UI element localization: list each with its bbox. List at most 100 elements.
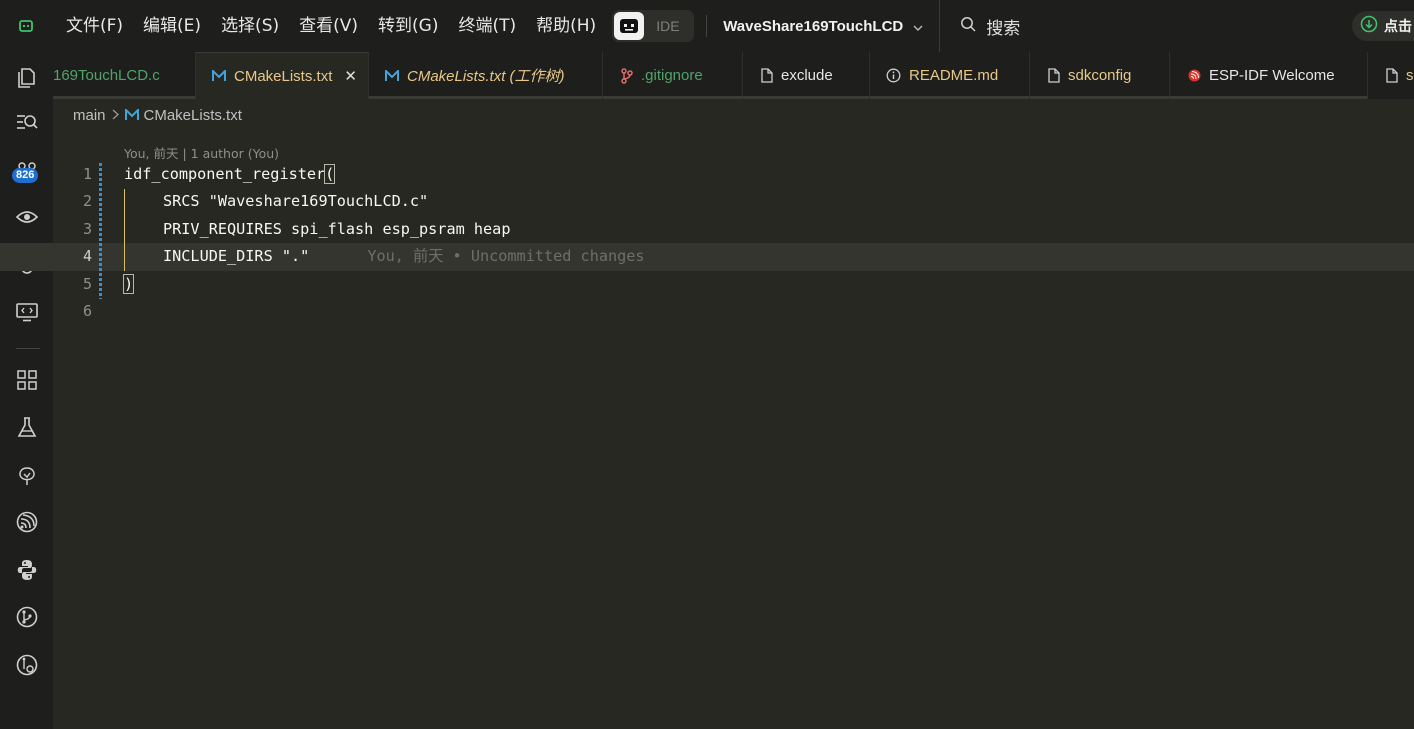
menu-help[interactable]: 帮助(H) bbox=[526, 0, 606, 52]
explorer-icon[interactable] bbox=[0, 57, 53, 97]
tab-sdkconfig[interactable]: sdkconfig bbox=[1030, 52, 1170, 99]
activity-bar: 826 bbox=[0, 52, 53, 729]
cmake-m-icon bbox=[385, 69, 399, 82]
tab-scroll-indicator bbox=[369, 96, 602, 99]
file-icon bbox=[1386, 68, 1398, 83]
close-paren: ) bbox=[122, 273, 135, 294]
git-modified-gutter-bar[interactable] bbox=[99, 163, 102, 299]
menu-bar: 文件(F) 编辑(E) 选择(S) 查看(V) 转到(G) 终端(T) 帮助(H… bbox=[52, 0, 606, 52]
tab-scroll-indicator bbox=[1030, 96, 1169, 99]
top-right-action-label: 点击 bbox=[1384, 19, 1412, 35]
tab-scroll-indicator bbox=[870, 96, 1029, 99]
breadcrumb-folder[interactable]: main bbox=[73, 107, 106, 124]
function-name: idf_component_register bbox=[124, 165, 326, 183]
menu-selection[interactable]: 选择(S) bbox=[211, 0, 289, 52]
chevron-down-icon bbox=[913, 18, 923, 35]
espressif-icon bbox=[1188, 69, 1201, 82]
search-box[interactable]: 搜索 bbox=[939, 0, 1020, 52]
menu-terminal[interactable]: 终端(T) bbox=[448, 0, 526, 52]
line-number: 6 bbox=[82, 301, 92, 320]
tab-cmakelists-worktree[interactable]: CMakeLists.txt (工作树) bbox=[369, 52, 603, 99]
tab-label: .gitignore bbox=[641, 67, 703, 84]
tab-label: 169TouchLCD.c bbox=[53, 67, 160, 84]
app-logo-icon[interactable] bbox=[0, 0, 52, 52]
title-bar: 文件(F) 编辑(E) 选择(S) 查看(V) 转到(G) 终端(T) 帮助(H… bbox=[0, 0, 1414, 52]
tab-exclude[interactable]: exclude bbox=[743, 52, 870, 99]
mode-toggle[interactable]: IDE bbox=[612, 10, 695, 42]
code-line: PRIV_REQUIRES spi_flash esp_psram heap bbox=[124, 216, 1414, 243]
chevron-right-icon bbox=[112, 107, 119, 123]
search-view-icon[interactable] bbox=[0, 102, 53, 142]
download-circle-icon bbox=[1360, 15, 1378, 38]
tab-label: exclude bbox=[781, 67, 833, 84]
git-graph-icon[interactable] bbox=[0, 597, 53, 637]
tab-label: sdkconfig bbox=[1068, 67, 1132, 84]
source-control-badge: 826 bbox=[12, 168, 39, 183]
breadcrumb-file[interactable]: CMakeLists.txt bbox=[144, 107, 242, 124]
activity-divider bbox=[16, 348, 40, 349]
open-paren: ( bbox=[324, 164, 336, 184]
cmake-m-icon bbox=[212, 70, 226, 82]
tab-readme[interactable]: README.md bbox=[870, 52, 1030, 99]
git-branch-icon bbox=[621, 67, 633, 84]
tab-waveshare-c[interactable]: 169TouchLCD.c bbox=[53, 52, 196, 99]
menu-file[interactable]: 文件(F) bbox=[56, 0, 133, 52]
mode-toggle-ide-label: IDE bbox=[656, 18, 680, 34]
menu-view[interactable]: 查看(V) bbox=[289, 0, 368, 52]
cmake-m-icon bbox=[124, 109, 139, 121]
file-icon bbox=[1048, 68, 1060, 83]
code-line: ) bbox=[122, 271, 1414, 298]
close-icon[interactable]: ✕ bbox=[344, 67, 357, 85]
breadcrumb: main CMakeLists.txt bbox=[73, 104, 242, 126]
code-text: PRIV_REQUIRES spi_flash esp_psram heap bbox=[163, 219, 511, 238]
line-number: 4 bbox=[82, 247, 92, 266]
testing-flask-icon[interactable] bbox=[0, 407, 53, 447]
project-name: WaveShare169TouchLCD bbox=[723, 17, 904, 35]
tab-label: README.md bbox=[909, 67, 999, 84]
project-switcher[interactable]: WaveShare169TouchLCD bbox=[723, 18, 923, 35]
eye-icon[interactable] bbox=[0, 197, 53, 237]
code-editor[interactable]: idf_component_register( SRCS "Waveshare1… bbox=[122, 161, 1414, 325]
tab-label: s bbox=[1406, 67, 1414, 84]
git-settings-icon[interactable] bbox=[0, 645, 53, 685]
tab-gitignore[interactable]: .gitignore bbox=[603, 52, 743, 99]
tab-cmakelists-active[interactable]: CMakeLists.txt ✕ bbox=[196, 52, 369, 99]
line-number: 1 bbox=[82, 165, 92, 183]
search-icon bbox=[960, 16, 976, 37]
code-text: INCLUDE_DIRS "." bbox=[163, 247, 310, 266]
menu-go[interactable]: 转到(G) bbox=[368, 0, 448, 52]
tree-deploy-icon[interactable] bbox=[0, 455, 53, 495]
espressif-icon[interactable] bbox=[0, 502, 53, 542]
tab-label: CMakeLists.txt bbox=[234, 67, 333, 85]
line-number: 3 bbox=[82, 219, 92, 238]
code-text: SRCS "Waveshare169TouchLCD.c" bbox=[163, 192, 429, 211]
code-line: idf_component_register( bbox=[124, 161, 1414, 188]
robot-icon bbox=[614, 12, 645, 40]
tab-espidf-welcome[interactable]: ESP-IDF Welcome bbox=[1170, 52, 1368, 99]
tab-overflow-file[interactable]: s bbox=[1368, 52, 1414, 99]
inline-blame: You, 前天 • Uncommitted changes bbox=[367, 247, 645, 266]
tab-scroll-indicator bbox=[603, 96, 742, 99]
search-label: 搜索 bbox=[986, 18, 1021, 39]
line-number: 5 bbox=[82, 274, 92, 293]
extensions-grid-icon[interactable] bbox=[0, 360, 53, 400]
menu-edit[interactable]: 编辑(E) bbox=[133, 0, 211, 52]
line-number: 2 bbox=[82, 192, 92, 211]
tab-label: CMakeLists.txt (工作树) bbox=[407, 68, 565, 85]
top-right-action-pill[interactable]: 点击 bbox=[1352, 11, 1414, 41]
line-number-gutter: 1 2 3 4 5 6 bbox=[60, 161, 92, 325]
tab-scroll-indicator bbox=[1170, 96, 1367, 99]
file-icon bbox=[761, 68, 773, 83]
code-line: SRCS "Waveshare169TouchLCD.c" bbox=[124, 188, 1414, 215]
title-divider bbox=[706, 15, 708, 37]
tab-scroll-indicator bbox=[743, 96, 869, 99]
git-blame-codelens[interactable]: You, 前天 | 1 author (You) bbox=[124, 143, 279, 162]
python-icon[interactable] bbox=[0, 550, 53, 590]
code-line: INCLUDE_DIRS "." You, 前天 • Uncommitted ch… bbox=[124, 243, 1414, 270]
editor-tab-strip: 169TouchLCD.c CMakeLists.txt ✕ CMakeList… bbox=[53, 52, 1414, 99]
tab-scroll-indicator bbox=[53, 96, 195, 99]
tab-label: ESP-IDF Welcome bbox=[1209, 67, 1335, 84]
info-icon bbox=[886, 68, 901, 83]
remote-monitor-icon[interactable] bbox=[0, 292, 53, 332]
